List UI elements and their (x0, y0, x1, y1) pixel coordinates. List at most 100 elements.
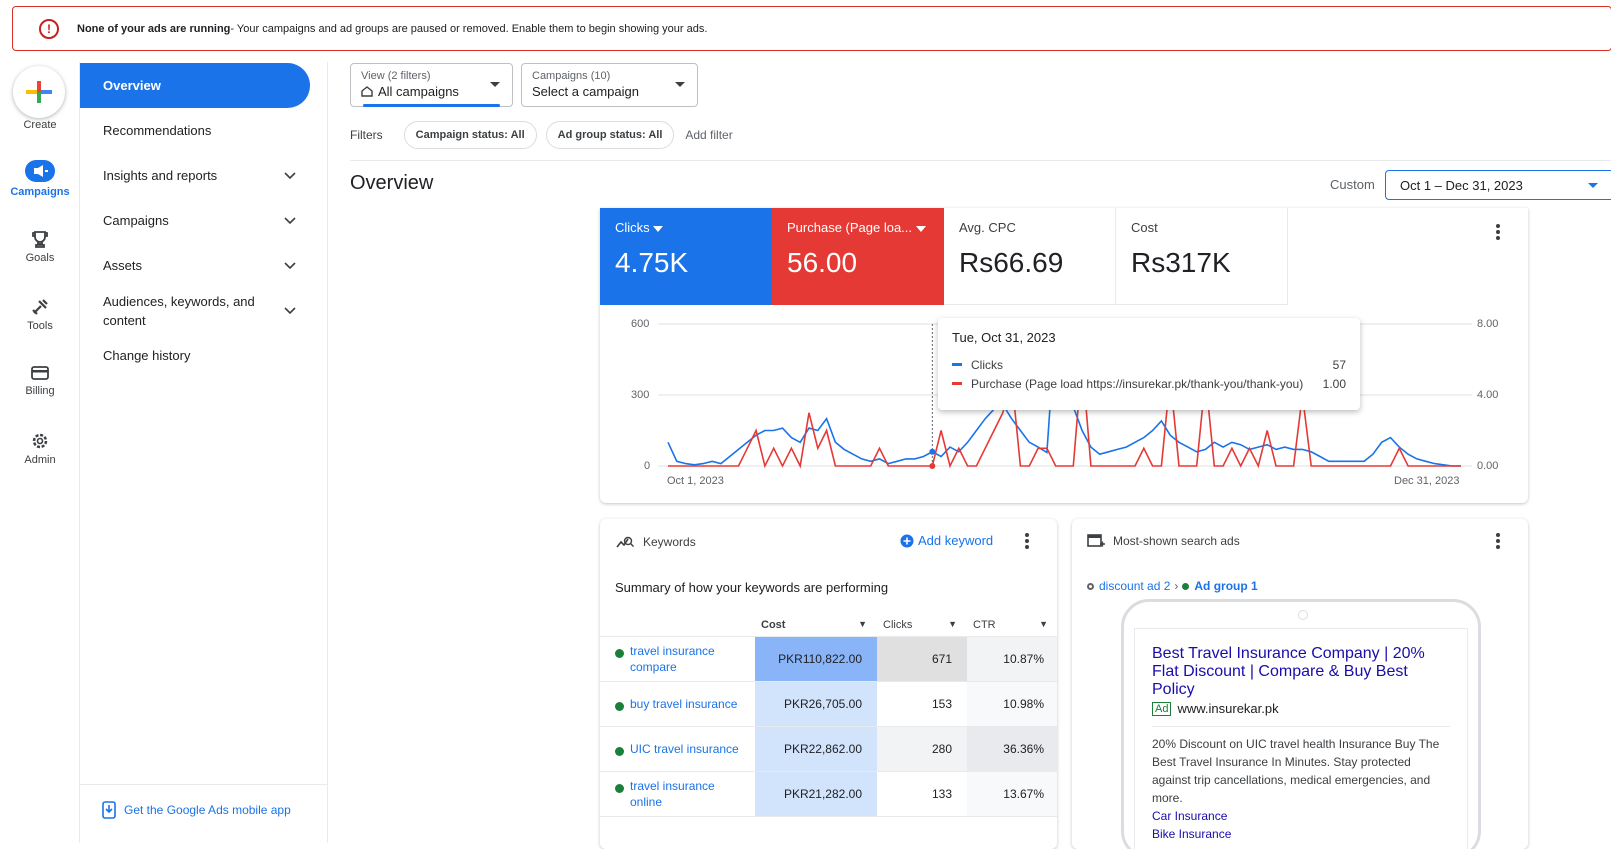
sitelink[interactable]: Car Insurance (1152, 807, 1450, 825)
y-right-tick: 8.00 (1477, 318, 1499, 330)
ad-headline[interactable]: Best Travel Insurance Company | 20% Flat… (1152, 645, 1450, 699)
campaign-dropdown[interactable]: Campaigns (10) Select a campaign (521, 63, 698, 107)
trophy-icon (32, 231, 48, 248)
table-row[interactable]: buy travel insurance PKR26,705.00 153 10… (600, 681, 1057, 727)
view-filter-dropdown[interactable]: View (2 filters) All campaigns (350, 63, 513, 107)
ad-campaign-link[interactable]: discount ad 2 (1099, 579, 1170, 593)
metric-label: Clicks (615, 220, 757, 235)
ctr-cell: 10.98% (967, 681, 1057, 727)
nav-item-assets[interactable]: Assets (80, 243, 310, 288)
view-dropdown-value: All campaigns (361, 84, 502, 99)
campaign-dropdown-label: Campaigns (10) (532, 70, 611, 82)
no-ads-running-banner: ! None of your ads are running - Your ca… (12, 6, 1611, 51)
table-row[interactable]: UIC travel insurance PKR22,862.00 280 36… (600, 726, 1057, 772)
date-range-picker[interactable]: Oct 1 – Dec 31, 2023 (1385, 170, 1611, 200)
keyword-cell: travel insurance compare (600, 636, 755, 682)
rail-billing-label: Billing (25, 385, 55, 397)
caret-down-icon (915, 226, 926, 232)
metric-avg-cpc[interactable]: Avg. CPC Rs66.69 (944, 208, 1116, 305)
ctr-col-header[interactable]: CTR ▼ (967, 614, 1057, 637)
chevron-down-icon (284, 171, 296, 179)
more-options-icon[interactable] (1496, 533, 1500, 551)
ad-url-row: Ad www.insurekar.pk (1152, 701, 1450, 716)
mobile-app-link[interactable]: Get the Google Ads mobile app (102, 801, 291, 819)
keywords-summary: Summary of how your keywords are perform… (615, 580, 889, 595)
caret-down-icon (490, 82, 500, 87)
gear-icon (32, 433, 48, 449)
ad-breadcrumb: discount ad 2 › Ad group 1 (1087, 579, 1258, 593)
rail-billing[interactable]: Billing (0, 365, 80, 397)
rail-goals[interactable]: Goals (0, 230, 80, 264)
clicks-cell: 280 (877, 726, 967, 772)
search-ads-header: Most-shown search ads (1087, 534, 1240, 548)
caret-down-icon (675, 82, 685, 87)
side-nav: Overview Recommendations Insights and re… (80, 62, 328, 843)
rail-campaigns[interactable]: Campaigns (0, 160, 80, 198)
nav-item-campaigns[interactable]: Campaigns (80, 198, 310, 243)
active-indicator (363, 104, 500, 107)
clicks-col-header[interactable]: Clicks ▼ (877, 614, 967, 637)
nav-item-label: Change history (103, 348, 191, 363)
nav-item-change-history[interactable]: Change history (80, 333, 310, 378)
add-keyword-label: Add keyword (918, 533, 994, 548)
keyword-cell: buy travel insurance (600, 681, 755, 727)
rail-admin-label: Admin (24, 454, 56, 466)
table-row[interactable]: travel insurance compare PKR110,822.00 6… (600, 636, 1057, 682)
keyword-link[interactable]: UIC travel insurance (630, 741, 740, 757)
chevron-down-icon (284, 306, 296, 314)
ad-display-url: www.insurekar.pk (1177, 701, 1279, 716)
filters-row: Filters Campaign status: All Ad group st… (350, 120, 733, 150)
nav-item-recommendations[interactable]: Recommendations (80, 108, 310, 153)
y-right-tick: 0.00 (1477, 460, 1499, 472)
nav-item-audiences[interactable]: Audiences, keywords, and content (80, 288, 310, 333)
keywords-title: Keywords (643, 535, 696, 549)
view-dropdown-label: View (2 filters) (361, 70, 431, 82)
chart-tooltip: Tue, Oct 31, 2023 Clicks 57 Purchase (Pa… (938, 318, 1360, 410)
x-end-tick: Dec 31, 2023 (1394, 475, 1460, 487)
add-keyword-button[interactable]: Add keyword (900, 533, 993, 548)
alert-icon: ! (39, 18, 59, 39)
metric-value: 4.75K (615, 247, 689, 278)
keywords-header: Keywords (616, 535, 696, 549)
plus-icon (26, 81, 52, 103)
y-left-tick: 300 (631, 389, 650, 401)
search-ads-card: Most-shown search ads discount ad 2 › Ad… (1072, 519, 1528, 849)
caret-down-icon: ▼ (948, 618, 957, 629)
rail-tools[interactable]: Tools (0, 298, 80, 332)
create-button[interactable] (13, 66, 65, 118)
cost-cell: PKR110,822.00 (755, 636, 877, 682)
cost-col-header[interactable]: Cost ▼ (755, 614, 877, 637)
chevron-down-icon (284, 216, 296, 224)
keyword-search-icon (616, 536, 634, 548)
nav-item-label: Insights and reports (103, 168, 218, 183)
keyword-link[interactable]: buy travel insurance (630, 696, 740, 712)
sitelink[interactable]: Bike Insurance (1152, 825, 1450, 843)
more-options-icon[interactable] (1025, 533, 1029, 551)
filters-label: Filters (350, 128, 383, 142)
cost-cell: PKR22,862.00 (755, 726, 877, 772)
rail-admin[interactable]: Admin (0, 432, 80, 466)
ctr-cell: 13.67% (967, 771, 1057, 817)
create-label: Create (23, 119, 57, 131)
keyword-link[interactable]: travel insurance online (630, 778, 740, 810)
nav-item-overview[interactable]: Overview (80, 63, 310, 108)
ad-group-link[interactable]: Ad group 1 (1194, 579, 1257, 593)
metric-value: Rs66.69 (959, 247, 1064, 278)
add-filter-button[interactable]: Add filter (685, 128, 732, 142)
nav-item-label: Overview (103, 78, 161, 93)
keyword-link[interactable]: travel insurance compare (630, 643, 740, 675)
campaign-status-chip[interactable]: Campaign status: All (403, 121, 537, 149)
custom-label: Custom (1330, 177, 1375, 192)
nav-item-insights[interactable]: Insights and reports (80, 153, 310, 198)
ad-group-status-chip[interactable]: Ad group status: All (545, 121, 675, 149)
status-dot (615, 648, 624, 658)
metric-purchase[interactable]: Purchase (Page loa... 56.00 (772, 208, 944, 305)
rail-tools-label: Tools (27, 320, 53, 332)
chevron-down-icon (284, 261, 296, 269)
metric-clicks[interactable]: Clicks 4.75K (600, 208, 772, 305)
metric-cost[interactable]: Cost Rs317K (1116, 208, 1288, 305)
add-circle-icon (900, 534, 914, 547)
keyword-cell: UIC travel insurance (600, 726, 755, 772)
more-options-icon[interactable] (1496, 224, 1500, 242)
table-row[interactable]: travel insurance online PKR21,282.00 133… (600, 771, 1057, 817)
